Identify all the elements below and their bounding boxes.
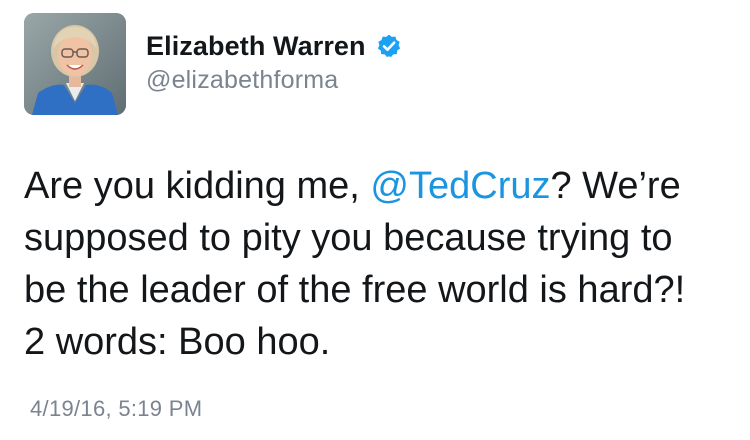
author-handle[interactable]: @elizabethforma [146, 66, 338, 95]
tweet-text-line-1: Are you kidding me, @TedCruz? We’re [24, 160, 736, 212]
author-name-row[interactable]: Elizabeth Warren [146, 26, 402, 66]
verified-badge-icon [376, 33, 402, 59]
tweet-card: Elizabeth Warren @elizabethforma Are you… [0, 0, 750, 440]
tweet-text-line-3: be the leader of the free world is hard?… [24, 269, 686, 311]
author-display-name[interactable]: Elizabeth Warren [146, 31, 366, 62]
tweet-text: Are you kidding me, @TedCruz? We’re supp… [24, 160, 736, 368]
profile-photo-icon [24, 13, 126, 115]
tweet-text-line-2: supposed to pity you because trying to [24, 217, 673, 259]
tweet-text-line-4: 2 words: Boo hoo. [24, 321, 331, 363]
mention-link[interactable]: @TedCruz [370, 165, 550, 207]
avatar[interactable] [24, 13, 126, 115]
tweet-text-segment: ? We’re [550, 165, 681, 207]
tweet-timestamp[interactable]: 4/19/16, 5:19 PM [30, 396, 202, 422]
tweet-text-segment: Are you kidding me, [24, 165, 371, 207]
